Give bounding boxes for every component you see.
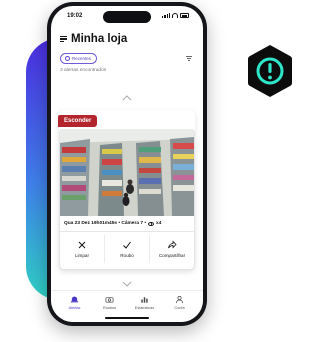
eye-icon (148, 221, 155, 226)
camera-icon (105, 297, 114, 303)
nav-item-account[interactable]: Conta (162, 295, 197, 322)
results-count: 3 alertas encontrados (60, 68, 107, 73)
alert-bell-icon (70, 296, 79, 303)
check-icon (123, 241, 131, 249)
clear-button[interactable]: Limpar (60, 235, 105, 263)
page-title: Minha loja (71, 33, 128, 45)
status-time: 19:02 (67, 13, 83, 19)
nav-label-account: Conta (174, 306, 185, 310)
home-indicator (105, 317, 149, 319)
nav-label-thefts: Roubos (102, 306, 117, 310)
nav-label-alerts: Alertas (68, 306, 81, 310)
menu-icon[interactable] (60, 36, 67, 42)
theft-label: Roubo (120, 253, 134, 258)
phone-screen: 19:02 Minha loja Recentes 3 alertas enco… (51, 6, 203, 322)
app-header: Minha loja (60, 30, 194, 48)
signal-icon (162, 13, 170, 18)
phone-frame: 19:02 Minha loja Recentes 3 alertas enco… (47, 2, 207, 326)
nav-label-stats: Estatísticas (134, 306, 155, 310)
warning-octagon-icon (248, 45, 292, 98)
wifi-icon (172, 13, 178, 18)
promo-canvas: 19:02 Minha loja Recentes 3 alertas enco… (0, 0, 301, 342)
chip-label: Recentes (72, 56, 92, 61)
share-button[interactable]: Compartilhar (150, 235, 194, 263)
alert-meta: Qua 23 Dez 19h01m45s • Câmera 7 • x4 (64, 221, 161, 226)
close-chip-icon[interactable] (65, 56, 70, 61)
share-icon (168, 240, 177, 249)
alert-card[interactable]: Esconder Qua 23 Dez 19h01m45s • Câmera 7… (58, 110, 195, 270)
view-count: x4 (156, 221, 162, 226)
chevron-up-icon[interactable] (121, 94, 133, 102)
filter-row: Recentes (60, 53, 194, 65)
close-icon (78, 241, 86, 249)
user-icon (175, 295, 184, 304)
camera-snapshot[interactable] (60, 129, 194, 216)
stats-icon (141, 297, 148, 303)
status-bar: 19:02 (51, 12, 203, 24)
alert-timestamp: Qua 23 Dez 19h01m45s • Câmera 7 • (64, 221, 147, 226)
filter-icon[interactable] (186, 56, 192, 61)
card-divider (60, 231, 194, 232)
theft-button[interactable]: Roubo (105, 235, 150, 263)
battery-icon (180, 13, 189, 18)
recent-filter-chip[interactable]: Recentes (60, 53, 98, 64)
share-label: Compartilhar (158, 253, 186, 258)
clear-label: Limpar (74, 253, 90, 258)
alert-badge (245, 42, 295, 100)
hide-button[interactable]: Esconder (58, 115, 98, 127)
nav-item-alerts[interactable]: Alertas (57, 295, 92, 322)
chevron-down-icon[interactable] (121, 280, 133, 288)
alert-actions: Limpar Roubo Compartilhar (60, 235, 194, 263)
